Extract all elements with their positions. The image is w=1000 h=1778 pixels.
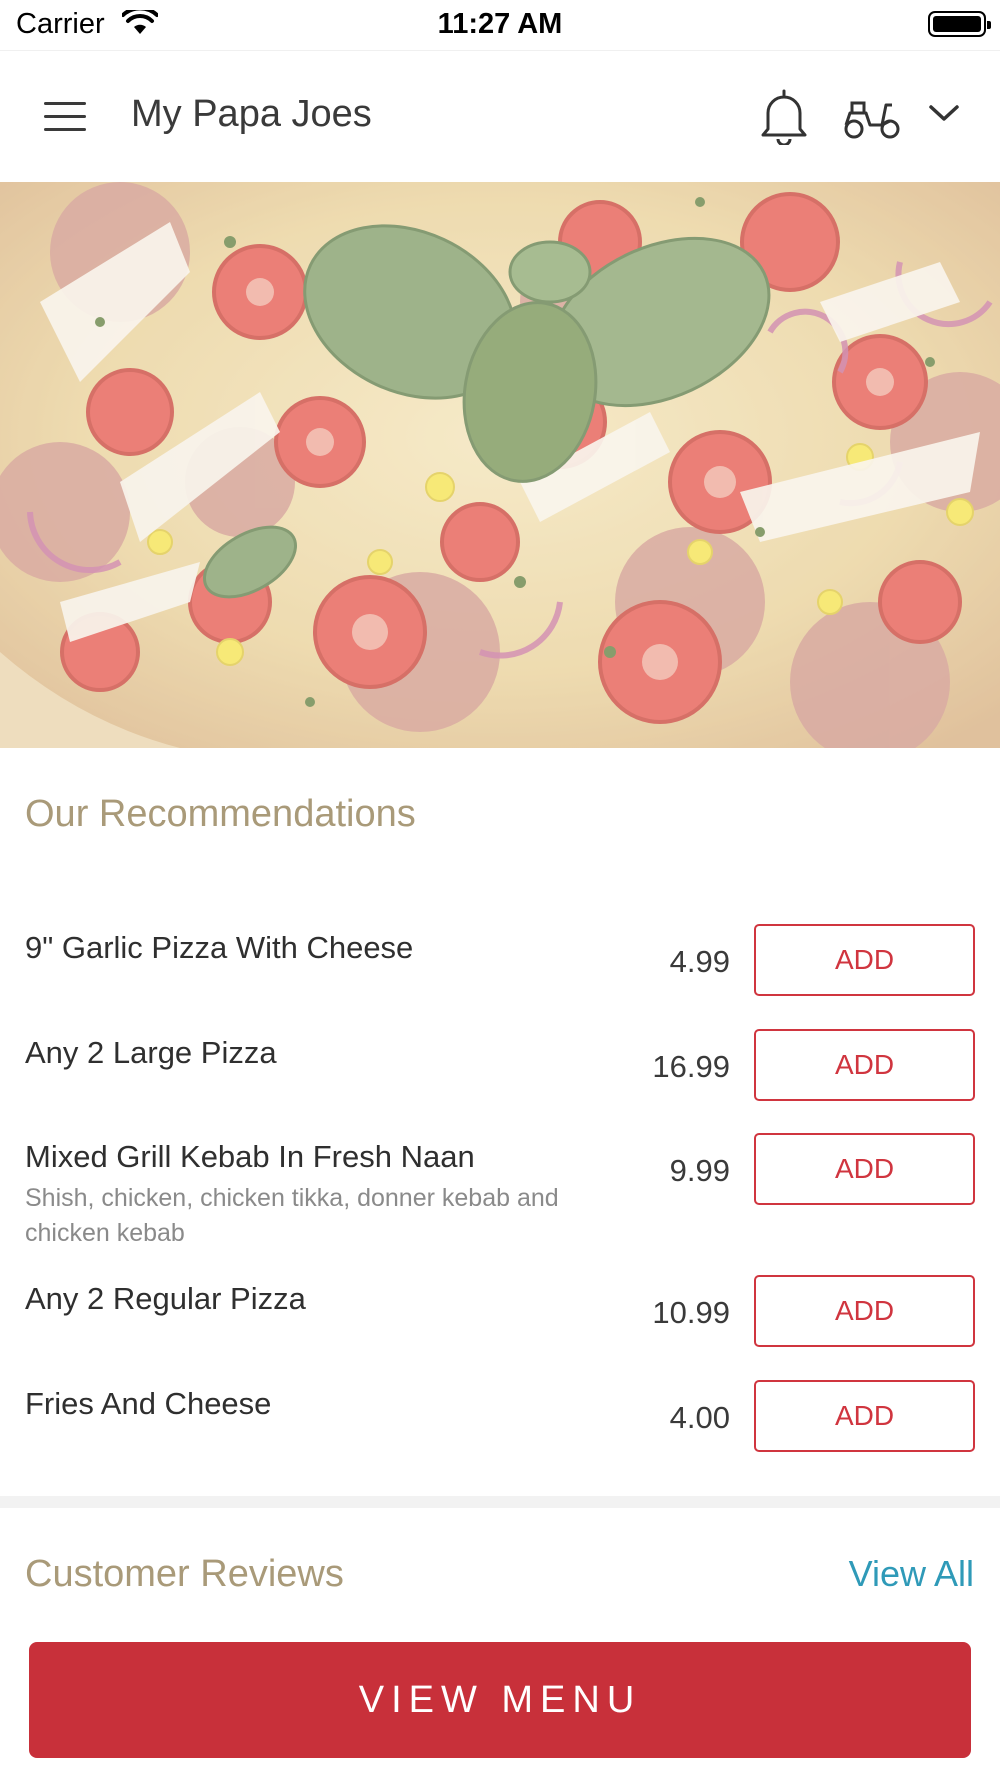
recommendations-title: Our Recommendations — [25, 793, 416, 835]
battery-icon — [928, 11, 991, 37]
status-time: 11:27 AM — [437, 8, 563, 40]
page-title: My Papa Joes — [131, 93, 372, 135]
delivery-scooter-icon[interactable] — [842, 91, 902, 141]
reviews-title: Customer Reviews — [25, 1553, 344, 1595]
item-name: 9" Garlic Pizza With Cheese — [25, 930, 414, 965]
add-button[interactable]: ADD — [754, 1133, 975, 1205]
add-button[interactable]: ADD — [754, 1275, 975, 1347]
status-bar: Carrier 11:27 AM — [0, 0, 1000, 50]
item-price: 4.00 — [669, 1400, 730, 1435]
add-button[interactable]: ADD — [754, 924, 975, 996]
add-button[interactable]: ADD — [754, 1380, 975, 1452]
bell-icon[interactable] — [758, 87, 810, 145]
item-price: 16.99 — [652, 1049, 730, 1084]
item-price: 10.99 — [652, 1295, 730, 1330]
add-button[interactable]: ADD — [754, 1029, 975, 1101]
view-all-link[interactable]: View All — [849, 1553, 974, 1595]
app-header: My Papa Joes — [0, 50, 1000, 182]
menu-icon[interactable] — [44, 102, 86, 132]
item-name: Mixed Grill Kebab In Fresh Naan — [25, 1139, 475, 1174]
item-name: Any 2 Regular Pizza — [25, 1281, 306, 1316]
view-menu-button[interactable]: VIEW MENU — [29, 1642, 971, 1758]
item-price: 4.99 — [669, 944, 730, 979]
item-name: Any 2 Large Pizza — [25, 1035, 277, 1070]
section-divider — [0, 1496, 1000, 1508]
item-name: Fries And Cheese — [25, 1386, 272, 1421]
hero-pizza-image — [0, 182, 1000, 748]
chevron-down-icon[interactable] — [928, 103, 960, 123]
item-price: 9.99 — [669, 1153, 730, 1188]
item-description: Shish, chicken, chicken tikka, donner ke… — [25, 1184, 559, 1247]
